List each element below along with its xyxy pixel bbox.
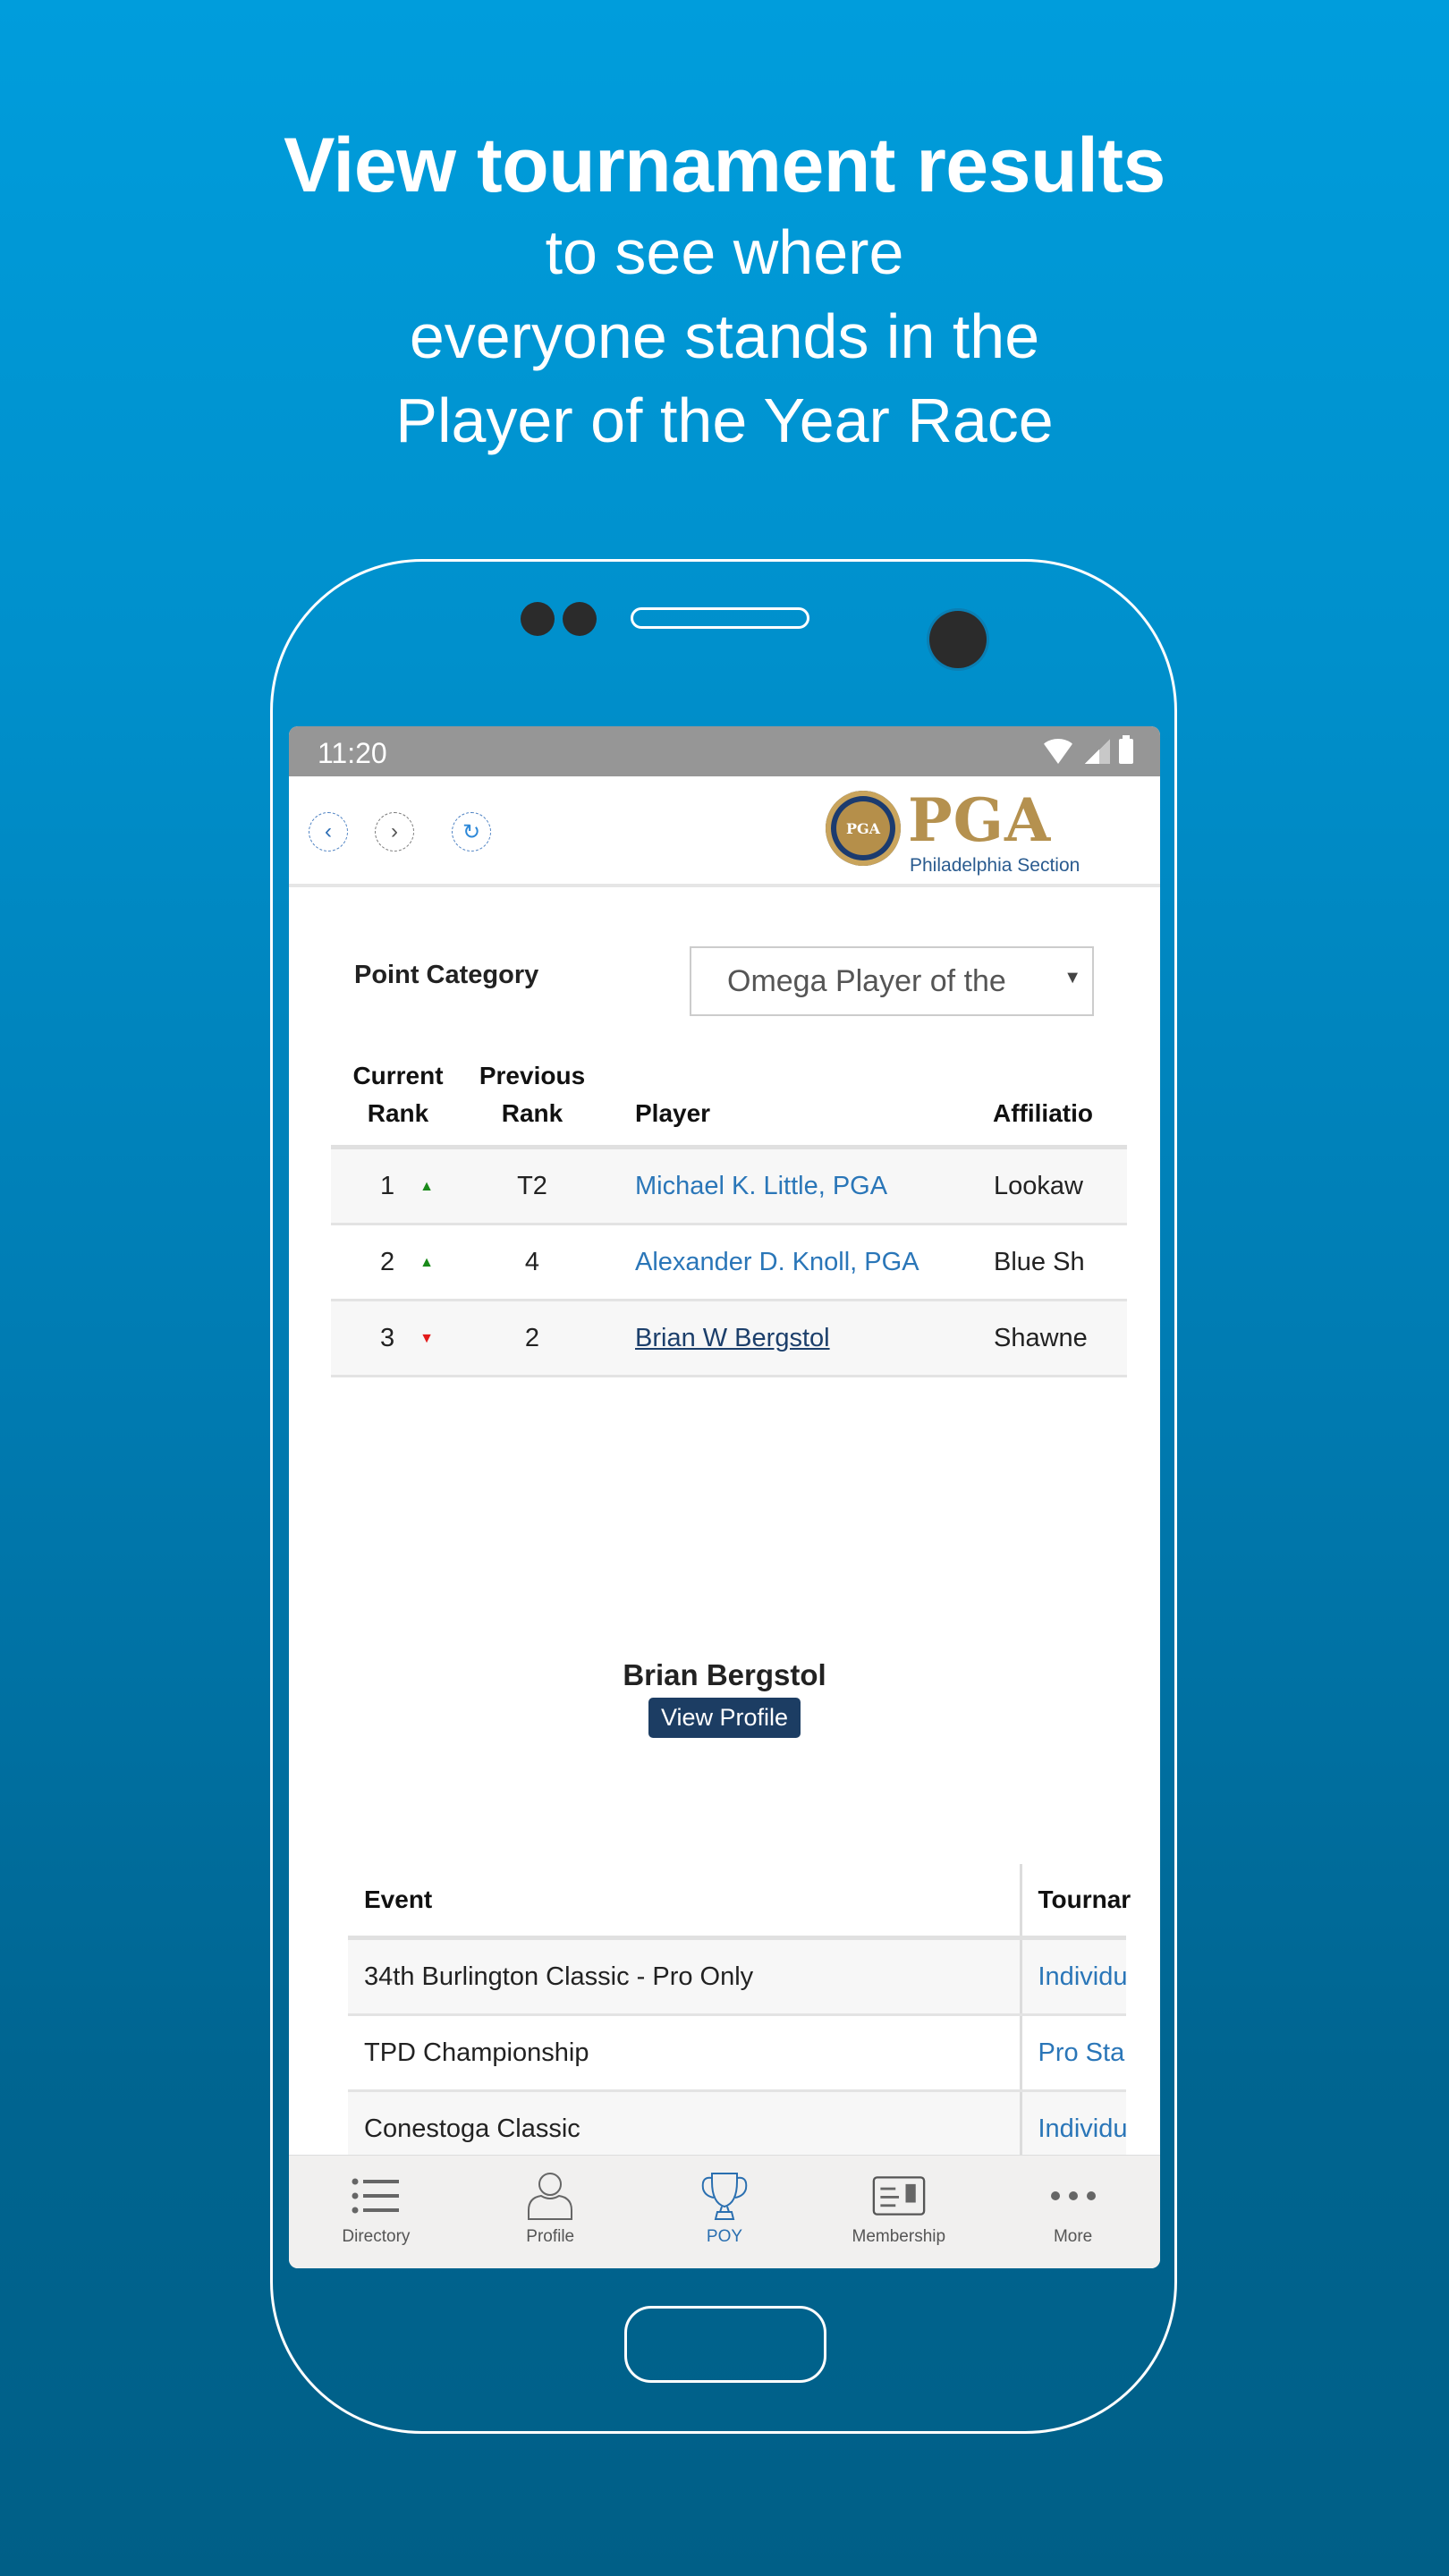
current-rank: 2 [380, 1247, 395, 1276]
person-icon [523, 2172, 577, 2220]
promo-line: Player of the Year Race [395, 386, 1054, 455]
trophy-icon [698, 2172, 751, 2220]
ranking-row[interactable]: 2 ▲ 4 Alexander D. Knoll, PGA Blue Sh [331, 1224, 1127, 1301]
refresh-button[interactable]: ↻ [452, 812, 491, 852]
point-category-select[interactable]: Omega Player of the ▼ [690, 946, 1094, 1016]
battery-icon [1119, 735, 1133, 764]
rankings-header: Current Rank Previous Rank Player Affiliat… [331, 1057, 1127, 1149]
tab-poy[interactable]: POY [638, 2156, 812, 2268]
col-previous-rank[interactable]: Previous Rank [465, 1057, 599, 1149]
back-icon: ‹ [325, 819, 332, 843]
tab-label: More [1053, 2227, 1093, 2246]
previous-rank: 4 [465, 1224, 599, 1301]
events-header: Event Tournar [348, 1864, 1131, 1940]
dropdown-caret-icon: ▼ [1063, 968, 1081, 987]
col-player[interactable]: Player [599, 1057, 993, 1149]
col-affiliation[interactable]: Affiliatio [993, 1057, 1127, 1149]
pga-logo: PGA PGA Philadelphia Section [826, 785, 1103, 880]
phone-speaker [631, 607, 809, 629]
col-event[interactable]: Event [348, 1864, 1022, 1940]
promo-line: everyone stands in the [409, 301, 1040, 371]
previous-rank: T2 [465, 1147, 599, 1225]
tab-more[interactable]: More [986, 2156, 1160, 2268]
status-time: 11:20 [318, 737, 387, 769]
current-rank: 1 [380, 1171, 395, 1200]
affiliation: Lookaw [993, 1147, 1127, 1225]
phone-sensor [521, 602, 555, 636]
tab-label: Directory [342, 2227, 411, 2246]
promo-headline: View tournament results [284, 123, 1165, 208]
status-bar: 11:20 [289, 726, 1160, 776]
wifi-icon [1040, 739, 1076, 764]
tab-label: POY [706, 2227, 743, 2246]
promo-line: to see where [545, 217, 904, 287]
trend-up-icon: ▲ [419, 1178, 434, 1194]
refresh-icon: ↻ [462, 819, 481, 844]
tab-label: Profile [526, 2227, 575, 2246]
logo-section: Philadelphia Section [910, 855, 1080, 876]
membership-card-icon [872, 2172, 926, 2220]
event-name: 34th Burlington Classic - Pro Only [348, 1937, 1022, 2016]
tournament-link[interactable]: Individu [1038, 2114, 1127, 2143]
trend-up-icon: ▲ [419, 1254, 434, 1270]
trend-down-icon: ▼ [419, 1330, 434, 1346]
ranking-row[interactable]: 1 ▲ T2 Michael K. Little, PGA Lookaw [331, 1147, 1127, 1225]
event-row[interactable]: TPD Championship Pro Stal [348, 2014, 1127, 2092]
tournament-link[interactable]: Pro Stal [1038, 2038, 1127, 2067]
forward-icon: › [391, 819, 398, 843]
logo-wordmark: PGA [908, 785, 1052, 855]
current-rank: 3 [380, 1323, 395, 1352]
event-row[interactable]: 34th Burlington Classic - Pro Only Indiv… [348, 1937, 1127, 2016]
browser-toolbar: ‹ › ↻ PGA PGA Philadelphia Section [289, 776, 1160, 887]
phone-camera [929, 611, 987, 668]
player-detail-panel: Brian Bergstol View Profile [289, 1658, 1160, 1738]
ranking-row-selected[interactable]: 3 ▼ 2 Brian W Bergstol Shawne [331, 1300, 1127, 1377]
list-icon [349, 2172, 402, 2220]
tab-label: Membership [852, 2227, 946, 2246]
back-button[interactable]: ‹ [309, 812, 348, 852]
tournament-link[interactable]: Individu [1038, 1962, 1127, 1991]
point-category-label: Point Category [354, 961, 539, 989]
pga-seal-icon: PGA [826, 791, 901, 866]
rankings-table: Current Rank Previous Rank Player Affiliat… [331, 1057, 1127, 1377]
col-tournament[interactable]: Tournar [1021, 1864, 1131, 1940]
affiliation: Shawne [993, 1300, 1127, 1377]
player-link[interactable]: Brian W Bergstol [635, 1324, 830, 1352]
forward-button[interactable]: › [375, 812, 414, 852]
promo-text: View tournament results to see where eve… [0, 121, 1449, 462]
home-button[interactable] [624, 2306, 826, 2383]
tab-membership[interactable]: Membership [811, 2156, 986, 2268]
affiliation: Blue Sh [993, 1224, 1127, 1301]
tab-profile[interactable]: Profile [463, 2156, 638, 2268]
view-profile-button[interactable]: View Profile [648, 1698, 801, 1738]
selected-value: Omega Player of the [727, 963, 1006, 998]
signal-icon [1085, 739, 1110, 764]
phone-sensor [563, 602, 597, 636]
tab-directory[interactable]: Directory [289, 2156, 463, 2268]
col-current-rank[interactable]: Current Rank [331, 1057, 465, 1149]
bottom-nav: Directory Profile POY Membership More [289, 2155, 1160, 2268]
event-name: TPD Championship [348, 2014, 1022, 2092]
app-screen: 11:20 ‹ › ↻ PGA PGA Philadelphia Section… [289, 726, 1160, 2268]
more-icon [1046, 2172, 1100, 2220]
player-link[interactable]: Alexander D. Knoll, PGA [635, 1248, 919, 1276]
player-name: Brian Bergstol [623, 1658, 826, 1691]
previous-rank: 2 [465, 1300, 599, 1377]
player-link[interactable]: Michael K. Little, PGA [635, 1172, 887, 1200]
events-table: Event Tournar 34th Burlington Classic - … [348, 1864, 1131, 2165]
